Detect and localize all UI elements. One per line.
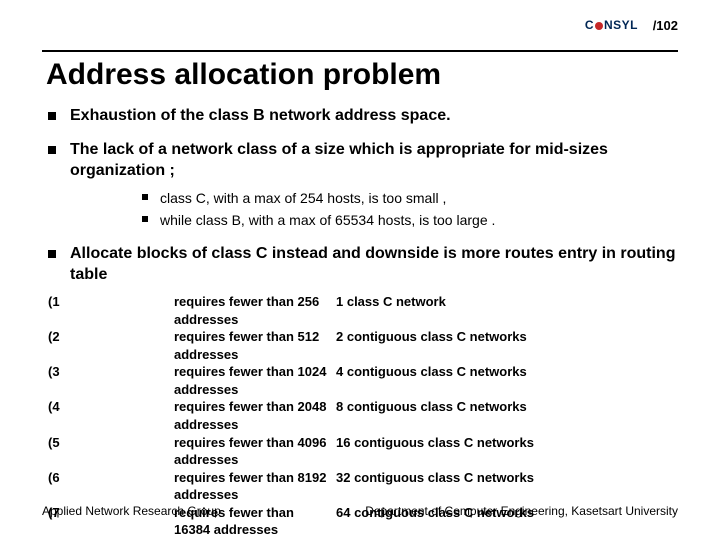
- table-row: (6 requires fewer than 8192 addresses 32…: [48, 469, 678, 504]
- row-requirement: requires fewer than 4096 addresses: [74, 434, 330, 469]
- bullet-text: Exhaustion of the class B network addres…: [70, 107, 451, 124]
- row-index: (4: [48, 398, 74, 433]
- row-index: (3: [48, 363, 74, 398]
- table-row: (1 requires fewer than 256 addresses 1 c…: [48, 293, 678, 328]
- sub-bullet-text: class C, with a max of 254 hosts, is too…: [160, 190, 446, 206]
- row-allocation: 32 contiguous class C networks: [330, 469, 678, 504]
- sub-bullet-text: while class B, with a max of 65534 hosts…: [160, 212, 495, 228]
- brand-text-left: C: [585, 18, 594, 32]
- table-row: (3 requires fewer than 1024 addresses 4 …: [48, 363, 678, 398]
- row-requirement: requires fewer than 256 addresses: [74, 293, 330, 328]
- sub-bullet-item: class C, with a max of 254 hosts, is too…: [142, 189, 678, 208]
- bullet-text: The lack of a network class of a size wh…: [70, 141, 608, 178]
- brand-logo: C NSYL: [585, 18, 638, 32]
- row-index: (6: [48, 469, 74, 504]
- row-requirement: requires fewer than 8192 addresses: [74, 469, 330, 504]
- row-index: (5: [48, 434, 74, 469]
- footer-right: Department of Computer Engineering, Kase…: [365, 504, 678, 518]
- table-row: (5 requires fewer than 4096 addresses 16…: [48, 434, 678, 469]
- row-allocation: 4 contiguous class C networks: [330, 363, 678, 398]
- bullet-item: The lack of a network class of a size wh…: [48, 140, 678, 230]
- brand-text-right: NSYL: [604, 18, 638, 32]
- row-allocation: 8 contiguous class C networks: [330, 398, 678, 433]
- sub-bullet-list: class C, with a max of 254 hosts, is too…: [142, 189, 678, 230]
- row-allocation: 1 class C network: [330, 293, 678, 328]
- row-requirement: requires fewer than 1024 addresses: [74, 363, 330, 398]
- row-requirement: requires fewer than 512 addresses: [74, 328, 330, 363]
- footer: Applied Network Research Group Departmen…: [42, 504, 678, 518]
- page-title: Address allocation problem: [46, 58, 678, 92]
- row-allocation: 16 contiguous class C networks: [330, 434, 678, 469]
- bullet-text: Allocate blocks of class C instead and d…: [70, 245, 675, 282]
- footer-left: Applied Network Research Group: [42, 504, 221, 518]
- bullet-list: Exhaustion of the class B network addres…: [48, 106, 678, 285]
- table-row: (2 requires fewer than 512 addresses 2 c…: [48, 328, 678, 363]
- row-requirement: requires fewer than 2048 addresses: [74, 398, 330, 433]
- row-index: (2: [48, 328, 74, 363]
- brand-dot-icon: [595, 22, 603, 30]
- row-allocation: 2 contiguous class C networks: [330, 328, 678, 363]
- table-row: (4 requires fewer than 2048 addresses 8 …: [48, 398, 678, 433]
- page-number: /102: [653, 18, 678, 33]
- bullet-item: Allocate blocks of class C instead and d…: [48, 244, 678, 285]
- topbar: C NSYL /102: [42, 18, 678, 46]
- slide: C NSYL /102 Address allocation problem Ex…: [0, 0, 720, 540]
- row-index: (1: [48, 293, 74, 328]
- bullet-item: Exhaustion of the class B network addres…: [48, 106, 678, 126]
- allocation-table: (1 requires fewer than 256 addresses 1 c…: [48, 293, 678, 539]
- sub-bullet-item: while class B, with a max of 65534 hosts…: [142, 211, 678, 230]
- divider: [42, 50, 678, 52]
